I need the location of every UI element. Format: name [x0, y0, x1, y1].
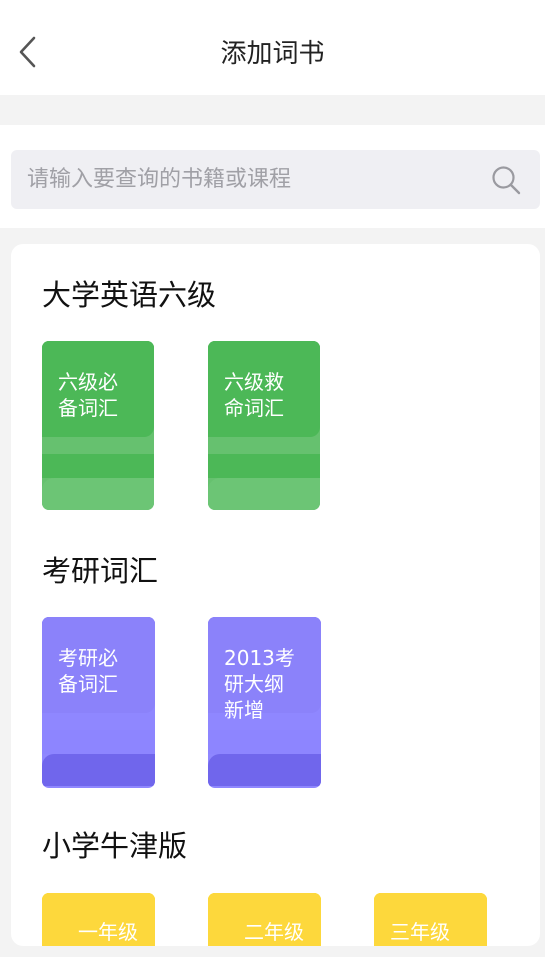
book-grade-2[interactable]: 二年级: [208, 893, 321, 946]
section-title-cet6: 大学英语六级: [42, 278, 217, 312]
top-bar: 添加词书: [0, 0, 545, 95]
book-label: 一年级: [78, 920, 138, 944]
book-kaoyan-essential[interactable]: 考研必 备词汇: [42, 617, 155, 788]
section-title-kaoyan: 考研词汇: [42, 554, 159, 588]
search-icon[interactable]: [490, 164, 522, 196]
book-label: 三年级: [390, 920, 450, 944]
book-label: 六级救 命词汇: [224, 370, 284, 420]
book-list-panel: 大学英语六级 六级必 备词汇 六级救 命词汇 考研词汇 考研必 备词汇 2013…: [11, 244, 540, 946]
book-label: 考研必 备词汇: [58, 646, 118, 696]
search-section: [0, 125, 545, 228]
search-input[interactable]: [27, 159, 467, 200]
search-box[interactable]: [11, 150, 540, 209]
book-kaoyan-2013-new[interactable]: 2013考 研大纲 新增: [208, 617, 321, 788]
section-title-primary-oxford: 小学牛津版: [42, 829, 188, 863]
book-label: 2013考 研大纲 新增: [224, 646, 295, 722]
book-grade-3[interactable]: 三年级: [374, 893, 487, 946]
book-label: 六级必 备词汇: [58, 370, 118, 420]
book-cet6-essential[interactable]: 六级必 备词汇: [42, 341, 154, 510]
book-grade-1[interactable]: 一年级: [42, 893, 155, 946]
book-label: 二年级: [244, 920, 304, 944]
book-cet6-rescue[interactable]: 六级救 命词汇: [208, 341, 320, 510]
page-title: 添加词书: [220, 39, 325, 69]
